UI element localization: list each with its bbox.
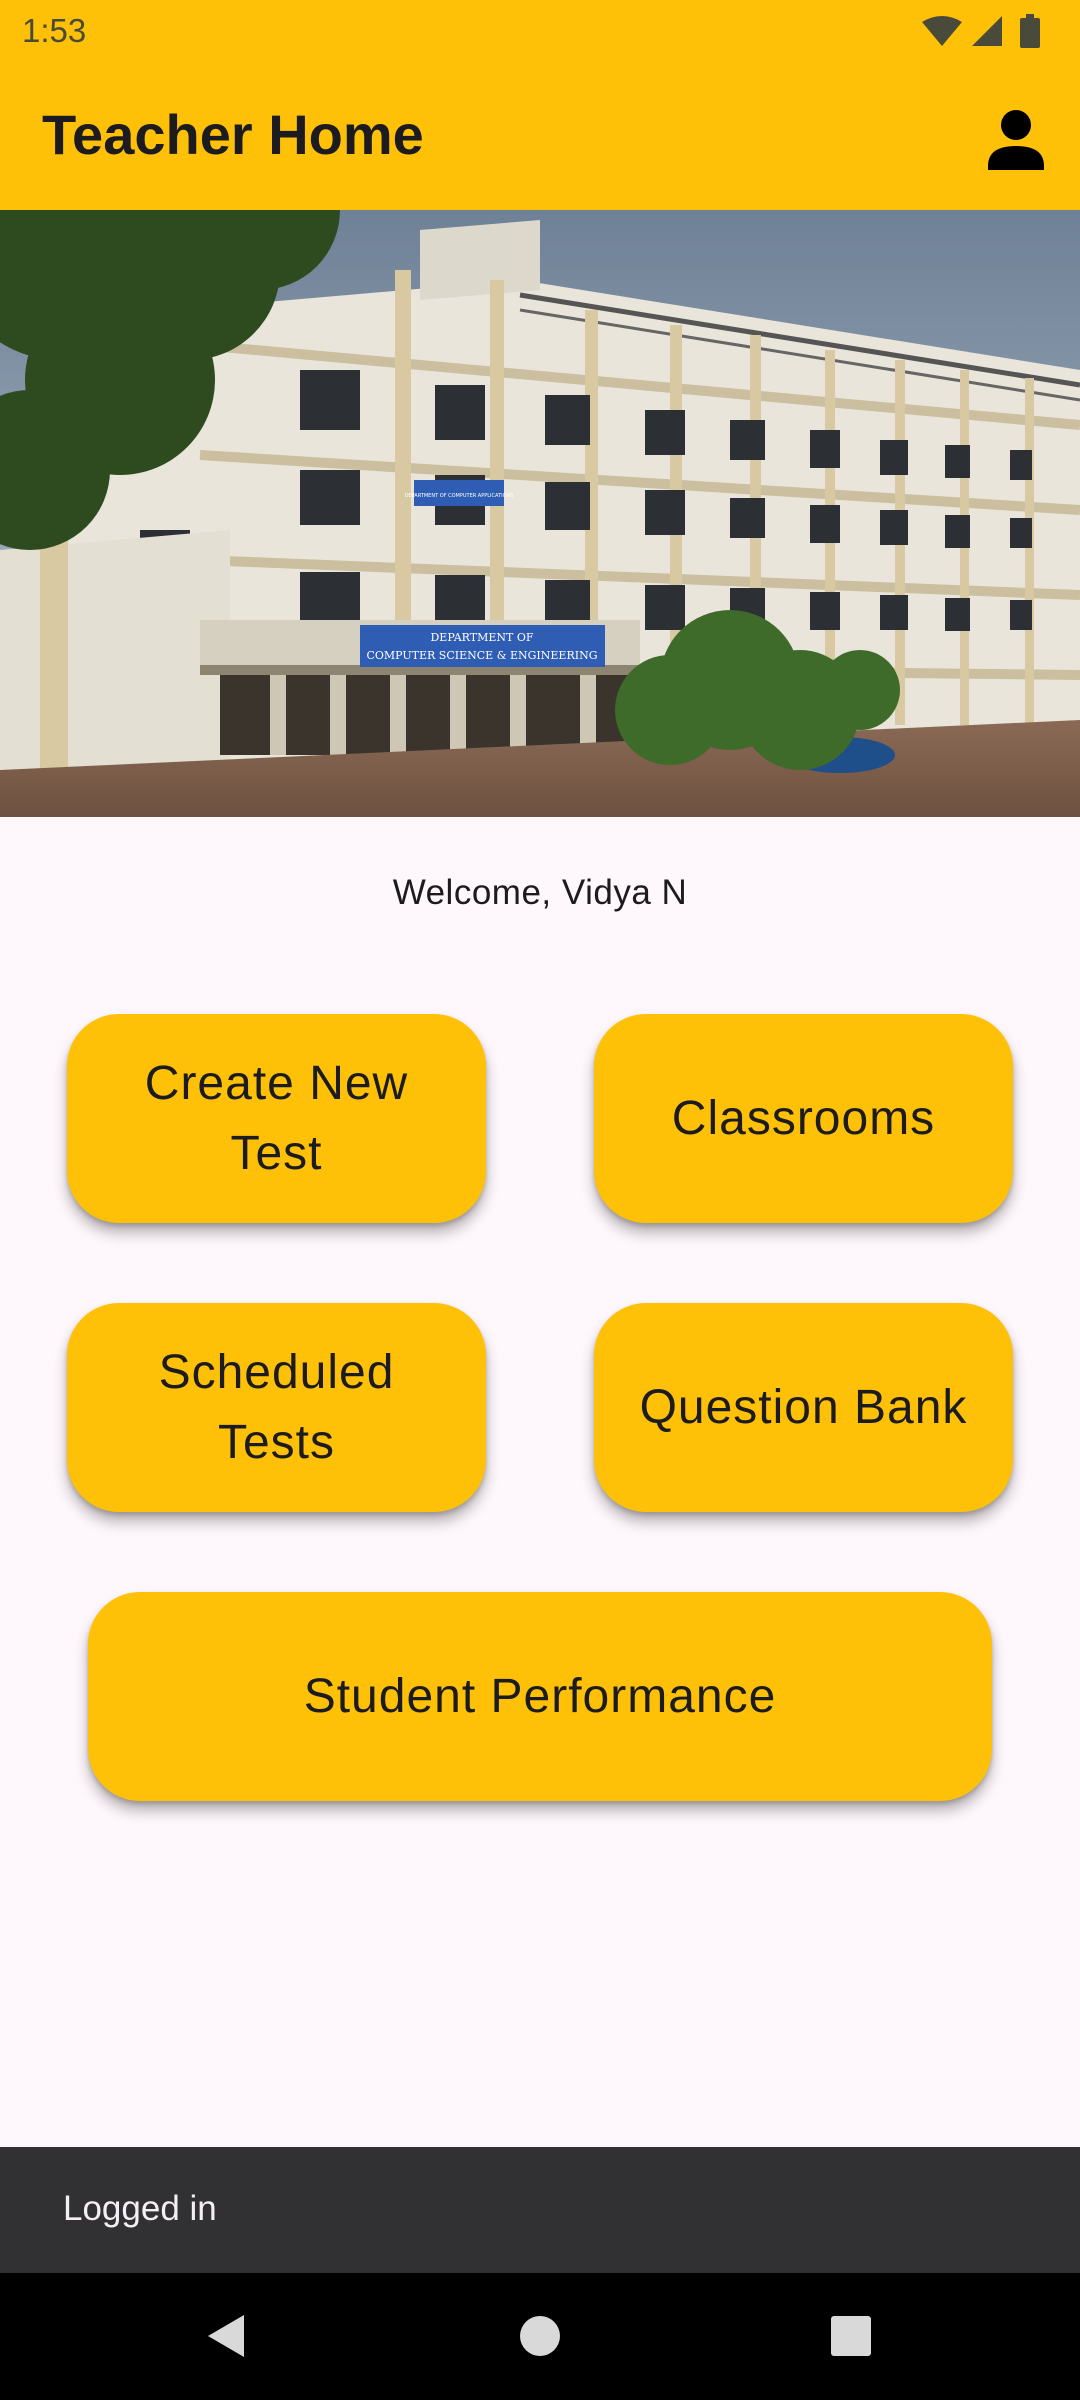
page-title: Teacher Home: [42, 103, 424, 166]
welcome-text: Welcome, Vidya N: [392, 873, 688, 912]
scheduled-tests-button[interactable]: Scheduled Tests: [67, 1303, 486, 1512]
building-photo: DEPARTMENT OF COMPUTER SCIENCE & ENGINEE…: [0, 210, 1080, 817]
question-bank-button[interactable]: Question Bank: [594, 1303, 1013, 1512]
system-nav-bar: [0, 2273, 1080, 2400]
question-bank-label: Question Bank: [639, 1380, 968, 1434]
wifi-icon: [922, 16, 962, 46]
snackbar-message: Logged in: [63, 2189, 217, 2228]
home-icon[interactable]: [505, 2301, 575, 2371]
status-icons: [922, 14, 1040, 48]
create-new-test-button[interactable]: Create New Test: [67, 1014, 486, 1223]
scheduled-tests-label: Scheduled Tests: [158, 1345, 395, 1469]
profile-button[interactable]: [976, 100, 1056, 180]
student-performance-button[interactable]: Student Performance: [88, 1592, 992, 1801]
recents-icon[interactable]: [816, 2301, 886, 2371]
status-bar: 1:53: [0, 0, 1080, 64]
snackbar: Logged in: [0, 2147, 1080, 2273]
app-bar: Teacher Home: [0, 64, 1080, 210]
account-icon: [988, 110, 1044, 170]
student-performance-label: Student Performance: [303, 1669, 777, 1723]
svg-text:DEPARTMENT OF: DEPARTMENT OF: [430, 631, 533, 644]
department-building-image: DEPARTMENT OF COMPUTER SCIENCE & ENGINEE…: [0, 210, 1080, 817]
battery-icon: [1020, 14, 1040, 48]
create-new-test-label: Create New Test: [144, 1056, 409, 1180]
signal-icon: [972, 16, 1002, 46]
classrooms-label: Classrooms: [671, 1091, 936, 1145]
svg-text:COMPUTER SCIENCE & ENGINEERING: COMPUTER SCIENCE & ENGINEERING: [366, 649, 597, 662]
status-time: 1:53: [22, 12, 87, 49]
back-icon[interactable]: [192, 2301, 262, 2371]
classrooms-button[interactable]: Classrooms: [594, 1014, 1013, 1223]
svg-text:DEPARTMENT OF COMPUTER APPLICA: DEPARTMENT OF COMPUTER APPLICATIONS: [405, 493, 514, 499]
